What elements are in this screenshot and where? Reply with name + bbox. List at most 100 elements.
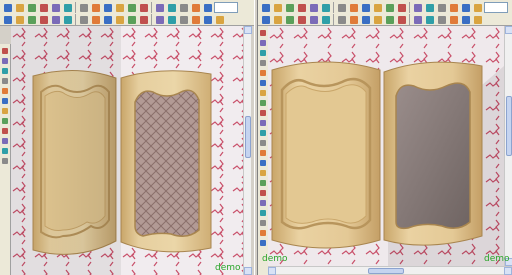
side-tool-button[interactable]: [259, 228, 268, 237]
scroll-down-arrow[interactable]: [244, 267, 252, 275]
side-tool-button[interactable]: [259, 178, 268, 187]
side-tool-button[interactable]: [259, 188, 268, 197]
scale-button[interactable]: [62, 14, 73, 25]
select-button[interactable]: [2, 14, 13, 25]
side-tool-button[interactable]: [259, 208, 268, 217]
save-button[interactable]: [284, 2, 295, 13]
left-vertical-scroll-thumb[interactable]: [245, 116, 251, 158]
cabinet-door-solid[interactable]: [32, 70, 117, 255]
view-3d-button[interactable]: [372, 2, 383, 13]
walk-button[interactable]: [460, 2, 471, 13]
pan-button[interactable]: [190, 2, 201, 13]
rotate-obj-button[interactable]: [50, 14, 61, 25]
measure-button[interactable]: [460, 14, 471, 25]
forward-button[interactable]: [308, 2, 319, 13]
side-tool-button[interactable]: [1, 86, 10, 95]
print-button[interactable]: [38, 2, 49, 13]
view-front-button[interactable]: [336, 2, 347, 13]
left-3d-viewport[interactable]: [11, 26, 243, 275]
shaded-button[interactable]: [396, 2, 407, 13]
scroll-left-arrow[interactable]: [268, 267, 276, 275]
help-button[interactable]: [472, 14, 483, 25]
zoom-combo[interactable]: [484, 2, 508, 13]
side-tool-button[interactable]: [1, 66, 10, 75]
side-tool-button[interactable]: [259, 148, 268, 157]
camera-button[interactable]: [436, 2, 447, 13]
scroll-up-arrow[interactable]: [244, 26, 252, 34]
copy-button[interactable]: [90, 2, 101, 13]
right-horizontal-scrollbar[interactable]: [268, 266, 512, 275]
wireframe-button[interactable]: [384, 2, 395, 13]
cut-button[interactable]: [308, 14, 319, 25]
side-tool-button[interactable]: [1, 56, 10, 65]
side-tool-button[interactable]: [259, 28, 268, 37]
move-button[interactable]: [372, 14, 383, 25]
side-tool-button[interactable]: [259, 88, 268, 97]
save-button[interactable]: [26, 2, 37, 13]
side-tool-button[interactable]: [1, 96, 10, 105]
camera-button[interactable]: [448, 14, 459, 25]
material-button[interactable]: [126, 14, 137, 25]
camera-button[interactable]: [166, 14, 177, 25]
scroll-up-arrow[interactable]: [505, 26, 512, 34]
side-tool-button[interactable]: [259, 78, 268, 87]
door-button[interactable]: [90, 14, 101, 25]
side-tool-button[interactable]: [259, 38, 268, 47]
new-button[interactable]: [2, 2, 13, 13]
rotate-button[interactable]: [384, 14, 395, 25]
right-vertical-scrollbar[interactable]: [504, 26, 512, 266]
side-tool-button[interactable]: [259, 138, 268, 147]
print-button[interactable]: [296, 14, 307, 25]
rotate-button[interactable]: [178, 2, 189, 13]
copy-button[interactable]: [320, 14, 331, 25]
side-tool-button[interactable]: [259, 68, 268, 77]
side-tool-button[interactable]: [259, 238, 268, 247]
open-button[interactable]: [14, 2, 25, 13]
light-button[interactable]: [424, 2, 435, 13]
side-tool-button[interactable]: [259, 58, 268, 67]
zoom-combo[interactable]: [214, 2, 238, 13]
side-tool-button[interactable]: [259, 128, 268, 137]
side-tool-button[interactable]: [259, 108, 268, 117]
search-button[interactable]: [320, 2, 331, 13]
measure-button[interactable]: [178, 14, 189, 25]
cut-button[interactable]: [78, 2, 89, 13]
side-tool-button[interactable]: [1, 46, 10, 55]
shelf-button[interactable]: [114, 14, 125, 25]
side-tool-button[interactable]: [1, 126, 10, 135]
mirror-button[interactable]: [38, 14, 49, 25]
save-button[interactable]: [284, 14, 295, 25]
view-side-button[interactable]: [360, 2, 371, 13]
render-button[interactable]: [412, 2, 423, 13]
copy-obj-button[interactable]: [26, 14, 37, 25]
side-tool-button[interactable]: [259, 198, 268, 207]
side-tool-button[interactable]: [1, 136, 10, 145]
left-vertical-scrollbar[interactable]: [243, 26, 252, 275]
cabinet-door-glass[interactable]: [120, 70, 212, 253]
right-horizontal-scroll-thumb[interactable]: [368, 268, 404, 274]
undo-button[interactable]: [114, 2, 125, 13]
side-tool-button[interactable]: [259, 168, 268, 177]
texture-button[interactable]: [424, 14, 435, 25]
side-tool-button[interactable]: [259, 48, 268, 57]
side-tool-button[interactable]: [1, 106, 10, 115]
zoom-all-button[interactable]: [166, 2, 177, 13]
select-button[interactable]: [360, 14, 371, 25]
panel-button[interactable]: [78, 14, 89, 25]
cabinet-door-solid[interactable]: [271, 61, 381, 249]
print-preview-button[interactable]: [50, 2, 61, 13]
light-button[interactable]: [154, 14, 165, 25]
right-3d-viewport[interactable]: [268, 26, 504, 266]
coordinates-button[interactable]: [214, 14, 225, 25]
new-button[interactable]: [260, 14, 271, 25]
view-top-button[interactable]: [348, 2, 359, 13]
open-button[interactable]: [272, 2, 283, 13]
drawer-button[interactable]: [102, 14, 113, 25]
back-button[interactable]: [296, 2, 307, 13]
snap-button[interactable]: [202, 14, 213, 25]
side-tool-button[interactable]: [1, 76, 10, 85]
scale-button[interactable]: [396, 14, 407, 25]
texture-button[interactable]: [138, 14, 149, 25]
home-button[interactable]: [260, 2, 271, 13]
material-button[interactable]: [412, 14, 423, 25]
